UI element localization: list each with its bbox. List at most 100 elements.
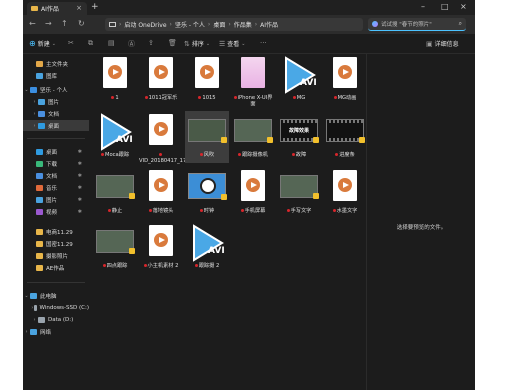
- sidebar-item-label: 国密11.29: [46, 241, 73, 248]
- sidebar-item[interactable]: › 图片: [23, 96, 89, 107]
- sidebar-item[interactable]: › Windows-SSD (C:): [23, 302, 89, 313]
- file-name: 故障: [295, 152, 307, 158]
- onedrive-icon: [30, 86, 37, 93]
- sidebar-item[interactable]: › 网络: [23, 326, 89, 337]
- minimize-icon[interactable]: –: [421, 2, 425, 11]
- sidebar-item[interactable]: 桌面 ✱: [23, 146, 89, 157]
- breadcrumb-item[interactable]: 桌面: [213, 20, 225, 29]
- file-name: 手写文字: [290, 208, 312, 214]
- sidebar-item[interactable]: ⌄ 坚乐 - 个人: [23, 84, 89, 95]
- copilot-search-icon: [372, 21, 378, 27]
- file-item[interactable]: VID_20180417_175952: [139, 111, 199, 164]
- file-item[interactable]: 跟踪摄像机: [231, 111, 275, 163]
- delete-icon[interactable]: 🗑: [168, 39, 177, 47]
- sidebar-item[interactable]: 电商11.29: [23, 226, 89, 237]
- video-file-thumbnail: [241, 170, 265, 201]
- rename-icon[interactable]: Ⓐ: [128, 39, 135, 49]
- chevron-right-icon[interactable]: ›: [31, 123, 38, 129]
- sidebar-item[interactable]: › Data (D:): [23, 314, 89, 325]
- maximize-icon[interactable]: □: [441, 2, 449, 11]
- sort-button[interactable]: ⇅ 排序 ⌄: [184, 39, 210, 49]
- search-box[interactable]: 试试搜 "春节的照片" ⌕: [368, 18, 466, 31]
- back-icon[interactable]: ←: [29, 19, 36, 28]
- breadcrumb[interactable]: › 启动 OneDrive › 坚乐 - 个人 › 桌面 › 作品集 › AI作…: [105, 18, 363, 31]
- play-icon: [154, 65, 168, 79]
- film-sprocket: [281, 138, 317, 141]
- view-button[interactable]: ☰ 查看 ⌄: [219, 39, 246, 49]
- file-item[interactable]: 风吹: [185, 111, 229, 163]
- sidebar-item[interactable]: › 桌面: [23, 120, 89, 131]
- file-item[interactable]: MG动画: [323, 54, 367, 106]
- sidebar-item-label: 主文件夹: [46, 61, 69, 68]
- file-item[interactable]: AVI MG: [277, 54, 321, 106]
- file-item[interactable]: 落地镜头: [139, 167, 183, 219]
- sidebar-item[interactable]: 图片 ✱: [23, 194, 89, 205]
- image-file-thumbnail: [241, 57, 265, 88]
- pin-icon: ✱: [77, 184, 82, 191]
- sidebar-item[interactable]: 下载 ✱: [23, 158, 89, 169]
- breadcrumb-item[interactable]: 启动 OneDrive: [124, 20, 166, 29]
- search-icon: ⌕: [458, 20, 462, 27]
- copy-icon[interactable]: ⧉: [88, 39, 93, 48]
- sidebar-item[interactable]: 文档 ✱: [23, 170, 89, 181]
- paste-icon[interactable]: ▤: [108, 39, 115, 47]
- sidebar-item[interactable]: 视频 ✱: [23, 206, 89, 217]
- sync-error-icon: [102, 264, 106, 267]
- sidebar-item[interactable]: 摄影照片: [23, 250, 89, 261]
- forward-icon[interactable]: →: [45, 19, 52, 28]
- sidebar-item-label: 摄影照片: [46, 253, 69, 260]
- file-item[interactable]: 四点跟踪: [93, 222, 137, 274]
- chevron-down-icon[interactable]: ⌄: [23, 293, 30, 299]
- tab-ai-works[interactable]: AI作品 ×: [27, 2, 87, 15]
- file-item[interactable]: 1: [93, 54, 137, 106]
- file-item[interactable]: 时钟: [185, 167, 229, 219]
- chevron-right-icon[interactable]: ›: [31, 111, 38, 117]
- chevron-right-icon[interactable]: ›: [31, 317, 38, 323]
- sidebar-item[interactable]: › 文档: [23, 108, 89, 119]
- sync-error-icon: [144, 96, 148, 99]
- sidebar-item[interactable]: 音乐 ✱: [23, 182, 89, 193]
- file-item[interactable]: 进度条: [323, 111, 367, 163]
- file-item[interactable]: 手写文字: [277, 167, 321, 219]
- chevron-down-icon: ⌄: [241, 40, 246, 47]
- search-placeholder: 试试搜 "春节的照片": [381, 22, 432, 28]
- breadcrumb-item[interactable]: 坚乐 - 个人: [175, 20, 205, 29]
- file-name: 1011冠军乐: [148, 95, 178, 101]
- sidebar-item[interactable]: AE作品: [23, 262, 89, 273]
- file-item[interactable]: 水墨文字: [323, 167, 367, 219]
- more-options-icon[interactable]: ···: [260, 39, 267, 47]
- sidebar-item-label: 桌面: [46, 149, 58, 156]
- chevron-right-icon[interactable]: ›: [31, 99, 38, 105]
- folder-icon: [36, 228, 43, 235]
- file-item[interactable]: AVI Moca跟踪: [93, 111, 137, 163]
- refresh-icon[interactable]: ↻: [78, 19, 85, 28]
- chevron-down-icon[interactable]: ⌄: [23, 87, 30, 93]
- file-item[interactable]: 故障效果 故障: [277, 111, 321, 163]
- file-item[interactable]: 小主机素材 2: [139, 222, 183, 274]
- sidebar-item-label: 网络: [40, 329, 52, 336]
- sidebar-item-label: Windows-SSD (C:): [39, 304, 90, 311]
- new-button[interactable]: ⊕ 新建 ⌄: [29, 39, 56, 48]
- sidebar-item[interactable]: 国密11.29: [23, 238, 89, 249]
- chevron-right-icon[interactable]: ›: [23, 329, 30, 335]
- details-button[interactable]: ▣ 详细信息: [426, 39, 459, 49]
- file-item[interactable]: AVI 跟踪摄 2: [185, 222, 229, 274]
- file-item[interactable]: 1011冠军乐: [139, 54, 183, 106]
- new-tab-button[interactable]: +: [91, 2, 99, 12]
- share-icon[interactable]: ⇪: [148, 39, 154, 47]
- sidebar-item[interactable]: 主文件夹: [23, 58, 89, 69]
- sidebar-item[interactable]: 图库: [23, 70, 89, 81]
- close-tab-icon[interactable]: ×: [76, 4, 82, 12]
- file-item[interactable]: iPhone X-UI界面: [231, 54, 275, 107]
- file-item[interactable]: 手机屏幕: [231, 167, 275, 219]
- up-icon[interactable]: ↑: [61, 19, 68, 28]
- sidebar-item[interactable]: ⌄ 此电脑: [23, 290, 89, 301]
- play-icon: [338, 178, 352, 192]
- breadcrumb-item[interactable]: 作品集: [234, 20, 252, 29]
- file-item[interactable]: 静止: [93, 167, 137, 219]
- folder-icon: [36, 252, 43, 259]
- breadcrumb-item[interactable]: AI作品: [260, 20, 278, 29]
- cut-icon[interactable]: ✂: [68, 39, 74, 47]
- file-item[interactable]: 1015: [185, 54, 229, 106]
- close-window-icon[interactable]: ×: [460, 2, 467, 11]
